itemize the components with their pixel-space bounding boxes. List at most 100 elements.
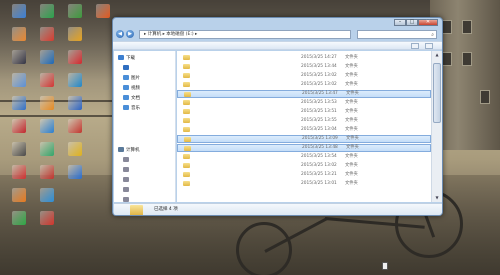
app-icon — [12, 27, 26, 41]
nav-item-label: 下载 — [126, 56, 135, 61]
desktop-shortcut-icon[interactable] — [60, 27, 90, 42]
scroll-up-arrow[interactable]: ▲ — [433, 51, 441, 59]
app-icon — [12, 165, 26, 179]
minimize-button[interactable]: – — [394, 19, 406, 26]
folder-icon — [183, 172, 190, 177]
wallpaper-window — [462, 52, 472, 66]
nav-item[interactable] — [123, 167, 131, 174]
desktop-shortcut-icon[interactable] — [4, 4, 34, 19]
address-bar[interactable]: ▸ 计算机 ▸ 本地磁盘 (E:) ▸ — [139, 30, 351, 39]
file-modified-date: 2015/3/25 13:04 — [301, 127, 337, 132]
nav-item[interactable] — [123, 65, 131, 72]
folder-icon — [184, 92, 191, 97]
scroll-thumb[interactable] — [433, 63, 441, 123]
file-row[interactable]: 2015/3/25 13:02 文件夹 — [177, 81, 431, 89]
desktop-shortcut-icon[interactable] — [4, 165, 34, 180]
close-button[interactable]: ✕ — [418, 19, 438, 26]
file-row[interactable]: 2015/3/25 13:04 文件夹 — [177, 126, 431, 134]
desktop-shortcut-icon[interactable] — [60, 119, 90, 134]
desktop-shortcut-icon[interactable] — [32, 4, 62, 19]
file-modified-date: 2015/3/25 13:53 — [301, 100, 337, 105]
file-modified-date: 2015/3/25 13:02 — [301, 163, 337, 168]
nav-item[interactable] — [123, 177, 131, 184]
desktop-shortcut-icon[interactable] — [4, 188, 34, 203]
desktop-shortcut-icon[interactable] — [60, 73, 90, 88]
folder-icon — [123, 75, 129, 80]
file-row[interactable]: 2015/3/25 13:51 文件夹 — [177, 108, 431, 116]
file-row[interactable]: 2015/3/25 13:47 文件夹 — [177, 90, 431, 98]
scroll-down-arrow[interactable]: ▼ — [433, 194, 441, 202]
file-row[interactable]: 2015/3/25 13:48 文件夹 — [177, 144, 431, 152]
folder-icon — [123, 105, 129, 110]
file-modified-date: 2015/3/25 13:55 — [301, 118, 337, 123]
file-row[interactable]: 2015/3/25 13:54 文件夹 — [177, 153, 431, 161]
folder-icon — [118, 55, 124, 60]
desktop-shortcut-icon[interactable] — [4, 73, 34, 88]
folder-icon — [123, 167, 129, 172]
app-icon — [68, 165, 82, 179]
title-bar[interactable]: – □ ✕ — [113, 18, 442, 28]
vertical-scrollbar[interactable]: ▲ ▼ — [431, 51, 442, 202]
app-icon — [68, 4, 82, 18]
desktop-shortcut-icon[interactable] — [4, 211, 34, 226]
file-modified-date: 2015/3/25 13:01 — [301, 181, 337, 186]
desktop-shortcut-icon[interactable] — [60, 142, 90, 157]
desktop-shortcut-icon[interactable] — [4, 27, 34, 42]
maximize-button[interactable]: □ — [406, 19, 418, 26]
view-options-button[interactable] — [411, 43, 419, 49]
file-row[interactable]: 2015/3/25 14:27 文件夹 — [177, 54, 431, 62]
folder-icon — [183, 73, 190, 78]
file-row[interactable]: 2015/3/25 13:53 文件夹 — [177, 99, 431, 107]
desktop-shortcut-icon[interactable] — [4, 119, 34, 134]
app-icon — [12, 188, 26, 202]
desktop-shortcut-icon[interactable] — [60, 50, 90, 65]
search-input[interactable]: ⌕ — [357, 30, 437, 39]
desktop-shortcut-icon[interactable] — [4, 96, 34, 111]
app-icon — [68, 142, 82, 156]
desktop-shortcut-icon[interactable] — [32, 96, 62, 111]
desktop-shortcut-icon[interactable] — [60, 96, 90, 111]
file-row[interactable]: 2015/3/25 13:02 文件夹 — [177, 72, 431, 80]
explorer-window[interactable]: – □ ✕ ◀ ▶ ▸ 计算机 ▸ 本地磁盘 (E:) ▸ ⌕ 下载图片视频文档… — [112, 17, 443, 216]
forward-button[interactable]: ▶ — [126, 30, 134, 38]
desktop-shortcut-icon[interactable] — [32, 165, 62, 180]
nav-item[interactable] — [123, 157, 131, 164]
app-icon — [12, 119, 26, 133]
file-row[interactable]: 2015/3/25 13:02 文件夹 — [177, 162, 431, 170]
desktop-shortcut-icon[interactable] — [32, 27, 62, 42]
desktop-shortcut-icon[interactable] — [60, 4, 90, 19]
folder-icon — [183, 82, 190, 87]
nav-item[interactable] — [123, 187, 131, 194]
desktop-shortcut-icon[interactable] — [4, 142, 34, 157]
desktop-shortcut-icon[interactable] — [4, 50, 34, 65]
file-row[interactable]: 2015/3/25 13:21 文件夹 — [177, 171, 431, 179]
nav-item[interactable] — [123, 197, 131, 202]
desktop-shortcut-icon[interactable] — [32, 142, 62, 157]
desktop-shortcut-icon[interactable] — [32, 188, 62, 203]
desktop-shortcut-icon[interactable] — [32, 73, 62, 88]
file-list: 2015/3/25 14:27 文件夹 2015/3/25 13:44 文件夹 2015… — [177, 51, 431, 202]
folder-icon — [183, 118, 190, 123]
desktop-shortcut-icon[interactable] — [32, 211, 62, 226]
file-modified-date: 2015/3/25 13:21 — [301, 172, 337, 177]
app-icon — [40, 96, 54, 110]
file-row[interactable]: 2015/3/25 13:09 文件夹 — [177, 135, 431, 143]
nav-item[interactable]: 图片 — [123, 75, 140, 82]
file-modified-date: 2015/3/25 13:51 — [301, 109, 337, 114]
desktop-shortcut-icon[interactable] — [32, 119, 62, 134]
back-button[interactable]: ◀ — [116, 30, 124, 38]
nav-item[interactable]: 下载 — [118, 55, 135, 62]
nav-item[interactable]: 音乐 — [123, 105, 140, 112]
nav-item[interactable]: 视频 — [123, 85, 140, 92]
file-row[interactable]: 2015/3/25 13:55 文件夹 — [177, 117, 431, 125]
desktop-shortcut-icon[interactable] — [60, 165, 90, 180]
file-row[interactable]: 2015/3/25 13:44 文件夹 — [177, 63, 431, 71]
desktop-shortcut-icon[interactable] — [32, 50, 62, 65]
app-icon — [12, 96, 26, 110]
navigation-pane: 下载图片视频文档音乐计算机 — [114, 51, 176, 202]
nav-item[interactable]: 计算机 — [118, 147, 140, 154]
app-icon — [40, 188, 54, 202]
file-row[interactable]: 2015/3/25 13:01 文件夹 — [177, 180, 431, 188]
nav-item[interactable]: 文档 — [123, 95, 140, 102]
help-button[interactable] — [425, 43, 433, 49]
